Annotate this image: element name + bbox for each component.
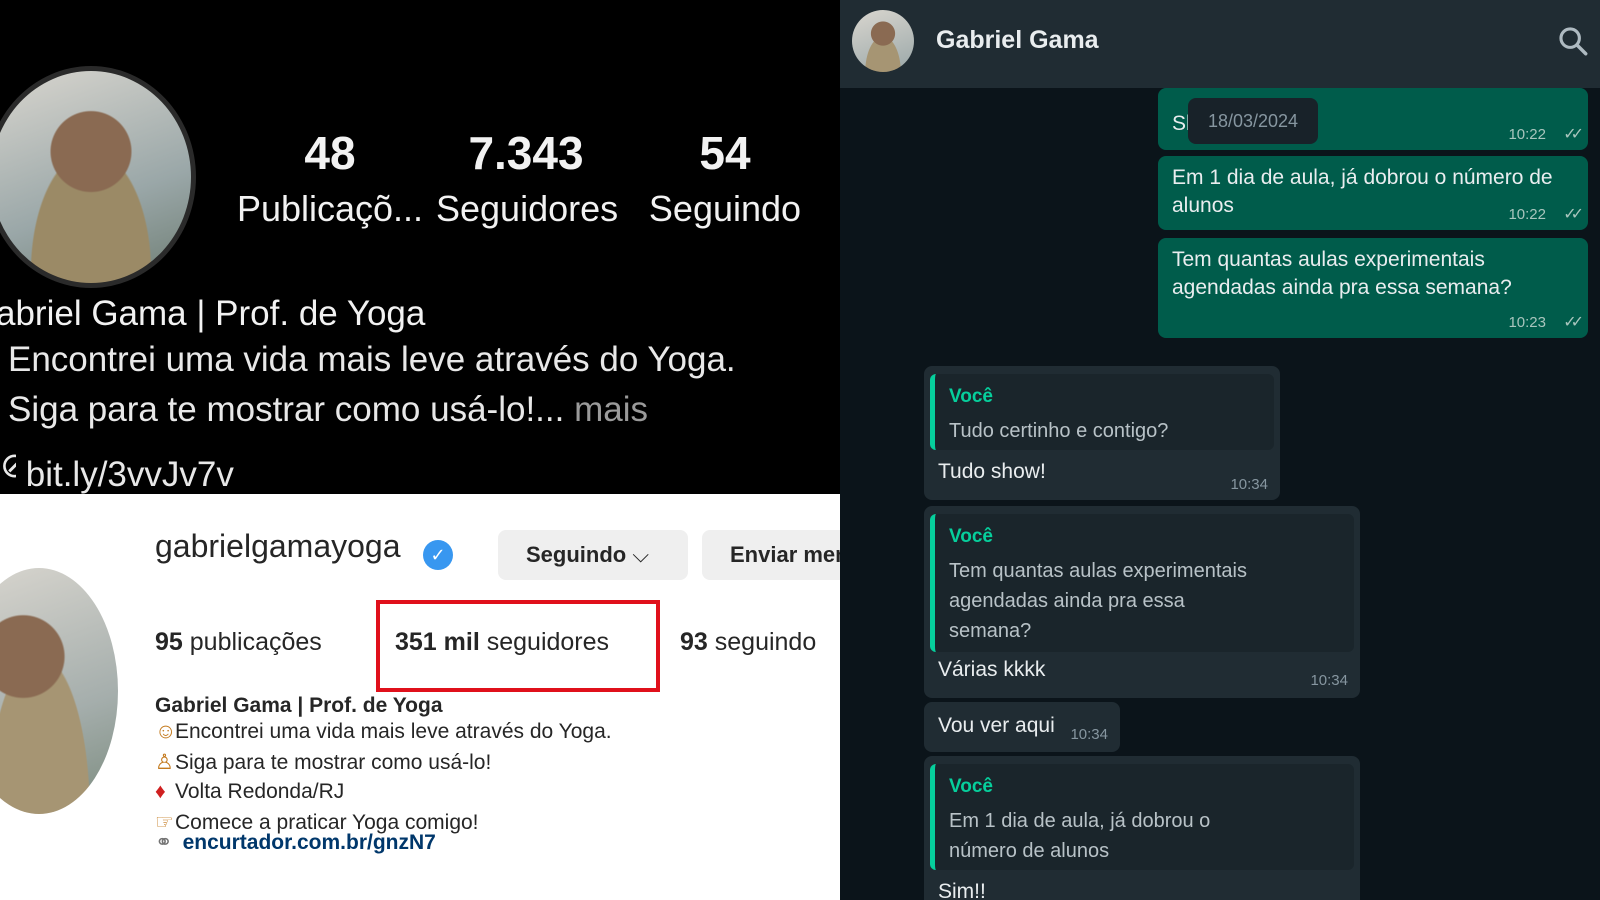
incoming-message[interactable]: Você Em 1 dia de aula, já dobrou o númer… — [924, 756, 1360, 900]
message-text-line: agendadas ainda pra essa semana? — [1172, 276, 1512, 299]
following-number: 93 — [680, 628, 708, 656]
chat-header: Gabriel Gama — [840, 0, 1600, 88]
following-count[interactable]: 93 seguindo — [680, 628, 816, 657]
bio-name: Gabriel Gama | Prof. de Yoga — [155, 694, 443, 717]
double-check-icon: ✓✓ — [1563, 126, 1584, 143]
message-time: 10:34 — [1230, 476, 1268, 493]
following-count: 54 — [699, 127, 751, 179]
posts-number: 95 — [155, 628, 183, 656]
profile-name: abriel Gama | Prof. de Yoga — [0, 294, 426, 333]
quoted-message[interactable]: Você Tem quantas aulas experimentais age… — [930, 514, 1354, 652]
incoming-message[interactable]: Vou ver aqui 10:34 — [924, 702, 1120, 752]
location-pin-icon: ♦ — [155, 780, 166, 803]
followers-highlight-box — [376, 600, 660, 692]
chevron-down-icon: ⌵ — [632, 542, 650, 567]
bio-line-text: Siga para te mostrar como usá-lo! — [175, 751, 492, 774]
bio-line: Siga para te mostrar como usá-lo!... mai… — [8, 390, 648, 430]
quoted-message[interactable]: Você Em 1 dia de aula, já dobrou o númer… — [930, 764, 1354, 870]
message-time: 10:34 — [1310, 672, 1348, 689]
quoted-message[interactable]: Você Tudo certinho e contigo? — [930, 374, 1274, 450]
bio-line-text: Encontrei uma vida mais leve através do … — [175, 720, 612, 743]
message-text-line: Tem quantas aulas experimentais — [1172, 248, 1485, 271]
quote-text-line: número de alunos — [949, 840, 1110, 862]
stat-following[interactable]: 54 Seguindo — [648, 126, 802, 230]
outgoing-message[interactable]: Em 1 dia de aula, já dobrou o número de … — [1158, 156, 1588, 230]
contact-name[interactable]: Gabriel Gama — [936, 26, 1099, 55]
verified-badge-icon: ✓ — [423, 540, 453, 570]
bio-link[interactable]: ⚭ encurtador.com.br/gnzN7 — [155, 830, 436, 855]
message-time: 10:34 — [1070, 726, 1108, 743]
bio-link[interactable]: ⊘ bit.ly/3vvJv7v — [0, 446, 234, 494]
bio-line-text: Siga para te mostrar como usá-lo!... — [8, 390, 565, 429]
message-text: Várias kkkk — [938, 658, 1046, 681]
meditation-icon: ☺ — [155, 720, 177, 743]
message-text: Sim!! — [938, 880, 986, 900]
message-text-line: Em 1 dia de aula, já dobrou o número de — [1172, 166, 1553, 189]
message-list[interactable]: Sh 10:22 ✓✓ 18/03/2024 Em 1 dia de aula,… — [840, 88, 1600, 900]
more-link[interactable]: mais — [574, 390, 648, 429]
instagram-mobile-profile: 48 Publicaçõ... 7.343 Seguidores 54 Segu… — [0, 0, 840, 494]
quote-text-line: semana? — [949, 620, 1032, 642]
message-time: 10:23 — [1508, 314, 1546, 331]
quote-author: Você — [949, 526, 994, 547]
search-icon[interactable] — [1556, 24, 1590, 58]
bio-line: Encontrei uma vida mais leve através do … — [8, 340, 736, 379]
bio-link-text[interactable]: bit.ly/3vvJv7v — [26, 455, 234, 494]
posts-count[interactable]: 95 publicações — [155, 628, 322, 657]
followers-count: 7.343 — [468, 127, 584, 179]
quote-author: Você — [949, 386, 994, 407]
bio-line: ☺Encontrei uma vida mais leve através do… — [155, 720, 612, 744]
message-text-line: alunos — [1172, 194, 1234, 217]
incoming-message[interactable]: Você Tem quantas aulas experimentais age… — [924, 506, 1360, 698]
following-button-label: Seguindo — [526, 542, 627, 567]
following-label: seguindo — [714, 628, 817, 656]
posts-label: publicações — [189, 628, 322, 656]
message-time: 10:22 — [1508, 126, 1546, 143]
quote-text-line: agendadas ainda pra essa — [949, 590, 1185, 612]
quote-text-line: Em 1 dia de aula, já dobrou o — [949, 810, 1211, 832]
bio-line: ♙Siga para te mostrar como usá-lo! — [155, 750, 491, 775]
double-check-icon: ✓✓ — [1563, 206, 1584, 223]
outgoing-message[interactable]: Tem quantas aulas experimentais agendada… — [1158, 238, 1588, 338]
following-label: Seguindo — [648, 188, 802, 229]
stat-posts[interactable]: 48 Publicaçõ... — [230, 126, 430, 230]
following-dropdown-button[interactable]: Seguindo ⌵ — [498, 530, 688, 580]
double-check-icon: ✓✓ — [1563, 314, 1584, 331]
profile-avatar[interactable] — [0, 66, 196, 288]
message-text: Vou ver aqui — [938, 714, 1055, 737]
username: gabrielgamayoga — [155, 528, 401, 564]
incoming-message[interactable]: Você Tudo certinho e contigo? Tudo show!… — [924, 366, 1280, 500]
quote-author: Você — [949, 776, 994, 797]
whatsapp-chat: Gabriel Gama Sh 10:22 ✓✓ 18/03/2024 Em 1… — [840, 0, 1600, 900]
bio-link-text[interactable]: encurtador.com.br/gnzN7 — [183, 831, 436, 854]
bio-line: ♦ Volta Redonda/RJ — [155, 780, 344, 804]
bio-line-text: Volta Redonda/RJ — [175, 780, 345, 803]
message-time: 10:22 — [1508, 206, 1546, 223]
link-icon: ⊘ — [0, 446, 16, 485]
link-icon: ⚭ — [155, 831, 173, 854]
stat-followers[interactable]: 7.343 Seguidores — [436, 126, 619, 230]
instagram-desktop-profile: gabrielgamayoga ✓ Seguindo ⌵ Enviar men … — [0, 494, 840, 900]
posts-count: 48 — [304, 127, 356, 179]
date-chip: 18/03/2024 — [1188, 98, 1318, 144]
quote-text-line: Tem quantas aulas experimentais — [949, 560, 1247, 582]
quote-text: Tudo certinho e contigo? — [949, 420, 1169, 442]
send-message-button[interactable]: Enviar men — [702, 530, 840, 580]
posts-label: Publicaçõ... — [236, 188, 424, 229]
followers-label: Seguidores — [436, 188, 619, 229]
profile-avatar[interactable] — [0, 568, 118, 814]
person-icon: ♙ — [155, 751, 174, 774]
send-message-label: Enviar men — [730, 542, 840, 567]
contact-avatar[interactable] — [852, 10, 914, 72]
message-text: Tudo show! — [938, 460, 1046, 483]
